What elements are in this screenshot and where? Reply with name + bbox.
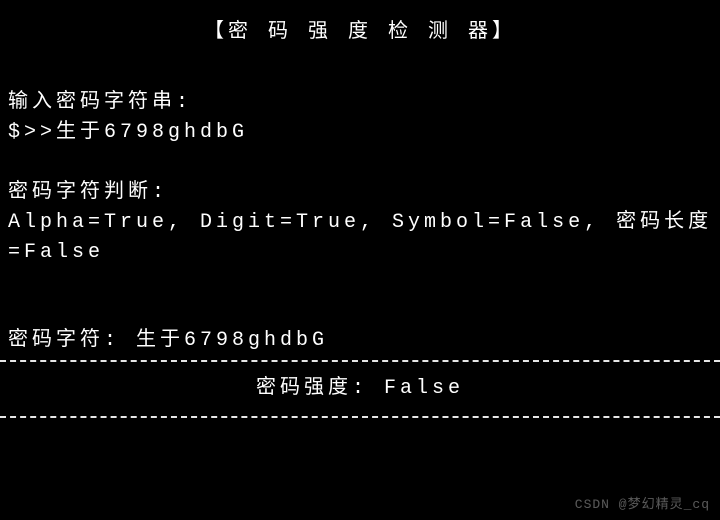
check-result: Alpha=True, Digit=True, Symbol=False, 密码… bbox=[8, 208, 720, 268]
input-label: 输入密码字符串: bbox=[8, 88, 720, 118]
password-echo-section: 密码字符: 生于6798ghdbG bbox=[0, 326, 720, 356]
input-prompt-value: $>>生于6798ghdbG bbox=[8, 118, 720, 148]
strength-result: 密码强度: False bbox=[256, 377, 464, 400]
check-label: 密码字符判断: bbox=[8, 178, 720, 208]
divider-bottom bbox=[0, 416, 720, 418]
page-title: 【密 码 强 度 检 测 器】 bbox=[204, 21, 516, 44]
check-section: 密码字符判断: Alpha=True, Digit=True, Symbol=F… bbox=[0, 178, 720, 268]
divider-top bbox=[0, 360, 720, 362]
watermark: CSDN @梦幻精灵_cq bbox=[575, 495, 710, 515]
strength-section: 密码强度: False bbox=[0, 362, 720, 416]
password-echo: 密码字符: 生于6798ghdbG bbox=[8, 329, 328, 352]
input-section: 输入密码字符串: $>>生于6798ghdbG bbox=[0, 88, 720, 148]
